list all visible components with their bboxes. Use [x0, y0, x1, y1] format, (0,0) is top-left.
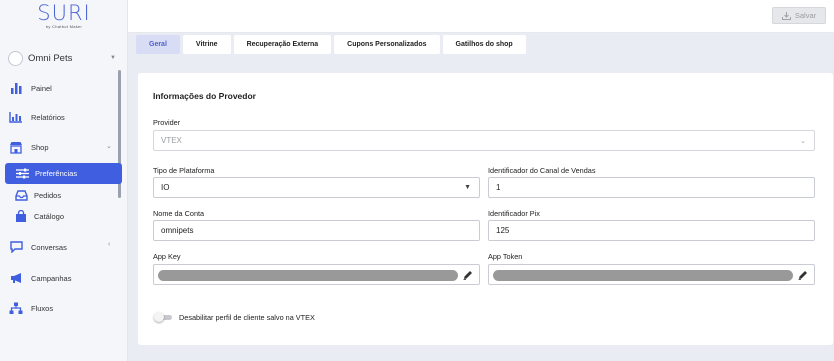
- section-title: Informações do Provedor: [153, 91, 256, 101]
- flow-diagram-icon: [9, 301, 23, 315]
- account-avatar: [8, 50, 23, 66]
- app-key-input[interactable]: [153, 264, 480, 285]
- chevron-left-icon[interactable]: ‹: [108, 241, 110, 248]
- brand-name: SURI: [37, 1, 91, 25]
- disable-profile-toggle[interactable]: [154, 312, 172, 322]
- sidebar-item-label: Relatórios: [31, 112, 65, 122]
- pencil-icon[interactable]: [797, 269, 809, 281]
- pix-id-value: 125: [496, 226, 510, 235]
- sidebar: SURI by Chatbot Maker Omni Pets ▼ Painel…: [0, 0, 128, 361]
- sidebar-item-painel[interactable]: Painel: [9, 80, 52, 96]
- masked-secret: [158, 270, 458, 281]
- app-token-input[interactable]: [488, 264, 815, 285]
- provider-value: VTEX: [161, 136, 182, 145]
- app-key-label: App Key: [153, 252, 181, 261]
- settings-tabs: Geral Vitrine Recuperação Externa Cupons…: [136, 35, 526, 54]
- sales-channel-label: Identificador do Canal de Vendas: [488, 166, 596, 175]
- sidebar-item-label: Preferências: [35, 169, 78, 178]
- download-icon: [781, 11, 791, 20]
- sidebar-item-label: Campanhas: [31, 273, 72, 283]
- sidebar-item-label: Catálogo: [34, 211, 65, 221]
- store-icon: [9, 140, 23, 154]
- sidebar-item-relatorios[interactable]: Relatórios: [9, 109, 65, 125]
- account-name: Omni Pets: [28, 52, 73, 64]
- sidebar-item-label: Conversas: [31, 242, 67, 252]
- chat-bubble-icon: [9, 240, 23, 254]
- brand-logo[interactable]: SURI by Chatbot Maker: [36, 2, 92, 29]
- megaphone-icon: [9, 271, 23, 285]
- sliders-icon: [15, 167, 29, 181]
- sidebar-item-pedidos[interactable]: Pedidos: [14, 187, 61, 203]
- tab-vitrine[interactable]: Vitrine: [182, 35, 231, 54]
- chevron-down-icon[interactable]: ⌄: [106, 142, 112, 150]
- provider-label: Provider: [153, 118, 181, 127]
- platform-type-value: IO: [161, 183, 170, 192]
- report-chart-icon: [9, 110, 23, 124]
- account-name-label: Nome da Conta: [153, 209, 205, 218]
- disable-profile-label: Desabilitar perfil de cliente salvo na V…: [179, 312, 315, 322]
- inbox-tray-icon: [14, 188, 28, 202]
- account-name-input[interactable]: omnipets: [153, 220, 480, 241]
- top-bar: Salvar: [128, 0, 834, 33]
- sidebar-item-catalogo[interactable]: Catálogo: [14, 208, 64, 224]
- sidebar-item-label: Fluxos: [31, 303, 54, 313]
- save-button-label: Salvar: [794, 11, 817, 20]
- caret-down-icon: ▼: [464, 184, 471, 191]
- sidebar-item-label: Pedidos: [34, 190, 62, 200]
- sidebar-item-fluxos[interactable]: Fluxos: [9, 300, 53, 316]
- chevron-down-icon: ▼: [110, 55, 116, 61]
- save-button[interactable]: Salvar: [772, 7, 826, 24]
- bar-chart-icon: [9, 81, 23, 95]
- sales-channel-input[interactable]: 1: [488, 177, 815, 198]
- tab-cupons-personalizados[interactable]: Cupons Personalizados: [334, 35, 440, 54]
- pix-id-input[interactable]: 125: [488, 220, 815, 241]
- sidebar-item-label: Shop: [31, 142, 49, 152]
- sidebar-item-label: Painel: [31, 83, 52, 93]
- tab-gatilhos-do-shop[interactable]: Gatilhos do shop: [442, 35, 526, 54]
- disable-profile-row: Desabilitar perfil de cliente salvo na V…: [154, 312, 315, 322]
- provider-info-card: Informações do Provedor Provider VTEX ⌄ …: [138, 73, 833, 345]
- tab-geral[interactable]: Geral: [136, 35, 180, 54]
- toggle-knob: [154, 312, 164, 322]
- app-token-label: App Token: [488, 252, 523, 261]
- pencil-icon[interactable]: [462, 269, 474, 281]
- sidebar-item-conversas[interactable]: Conversas: [9, 239, 67, 255]
- tab-recuperacao-externa[interactable]: Recuperação Externa: [233, 35, 332, 54]
- sidebar-item-campanhas[interactable]: Campanhas: [9, 270, 71, 286]
- account-name-value: omnipets: [161, 226, 194, 235]
- sidebar-item-shop[interactable]: Shop: [9, 139, 49, 155]
- sidebar-item-preferencias[interactable]: Preferências: [5, 163, 122, 184]
- pix-id-label: Identificador Pix: [488, 209, 540, 218]
- platform-type-label: Tipo de Plataforma: [153, 166, 215, 175]
- masked-secret: [493, 270, 793, 281]
- account-selector[interactable]: Omni Pets ▼: [8, 49, 122, 67]
- sales-channel-value: 1: [496, 183, 501, 192]
- chevron-down-icon: ⌄: [800, 137, 806, 145]
- provider-select[interactable]: VTEX ⌄: [153, 130, 815, 151]
- platform-type-select[interactable]: IO ▼: [153, 177, 480, 198]
- shopping-bag-icon: [14, 209, 28, 223]
